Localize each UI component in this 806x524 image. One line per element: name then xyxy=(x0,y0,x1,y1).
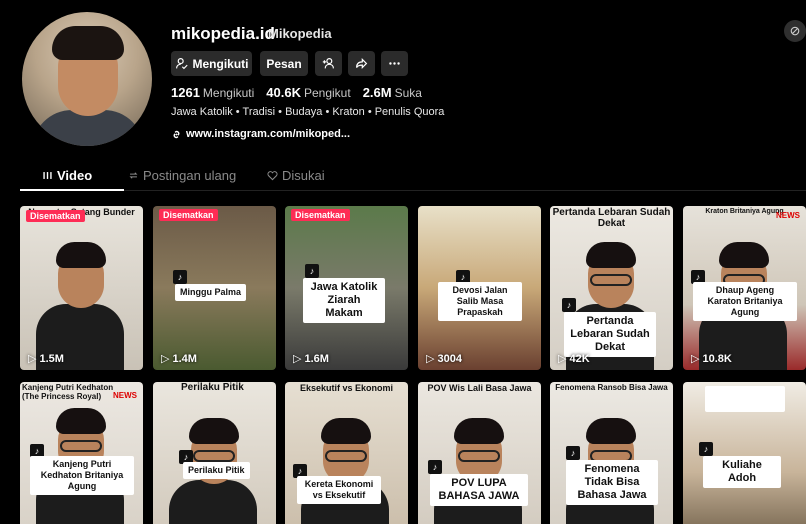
repost-icon xyxy=(129,172,138,179)
user-plus-icon xyxy=(322,58,334,69)
tab-liked[interactable]: Disukai xyxy=(267,168,325,183)
tiktok-icon: ♪ xyxy=(566,446,580,460)
pinned-badge: Disematkan xyxy=(159,209,218,221)
video-card[interactable]: Pertanda Lebaran Sudah Dekat ♪ Pertanda … xyxy=(550,206,673,370)
pinned-badge: Disematkan xyxy=(26,210,85,222)
play-icon: ▷ xyxy=(558,353,567,365)
video-card[interactable]: Disematkan ♪ Jawa Katolik Ziarah Makam ▷… xyxy=(285,206,408,370)
message-button[interactable]: Pesan xyxy=(260,51,308,76)
share-button[interactable] xyxy=(348,51,375,76)
video-caption: Minggu Palma xyxy=(175,284,247,301)
video-card[interactable]: ♪ Devosi Jalan Salib Masa Prapaskah ▷ 300… xyxy=(418,206,541,370)
heart-icon xyxy=(267,171,278,181)
video-card[interactable]: POV Wis Lali Basa Jawa ♪ POV LUPA BAHASA… xyxy=(418,382,541,524)
user-check-icon xyxy=(175,58,188,70)
tiktok-icon: ♪ xyxy=(428,460,442,474)
video-card[interactable]: Disematkan ♪ Minggu Palma ▷ 1.4M xyxy=(153,206,276,370)
view-count: ▷ 42K xyxy=(558,352,590,366)
video-caption: POV LUPA BAHASA JAWA xyxy=(430,474,528,506)
grid-icon xyxy=(43,172,52,179)
tab-video[interactable]: Video xyxy=(42,168,92,183)
tiktok-icon: ♪ xyxy=(562,298,576,312)
video-caption: Kanjeng Putri Kedhaton Britaniya Agung xyxy=(30,456,134,495)
following-button[interactable]: Mengikuti xyxy=(171,51,252,76)
settings-icon xyxy=(790,26,800,36)
play-icon: ▷ xyxy=(426,353,435,365)
video-card[interactable]: Perilaku Pitik ♪ Perilaku Pitik xyxy=(153,382,276,524)
link-icon xyxy=(173,130,180,138)
play-icon: ▷ xyxy=(161,353,170,365)
video-caption: Pertanda Lebaran Sudah Dekat xyxy=(564,312,656,357)
play-icon: ▷ xyxy=(691,353,700,365)
video-caption: Jawa Katolik Ziarah Makam xyxy=(303,278,385,323)
video-caption: Kereta Ekonomi vs Eksekutif xyxy=(297,476,381,504)
tiktok-icon: ♪ xyxy=(699,442,713,456)
add-friend-button[interactable] xyxy=(315,51,342,76)
message-button-label: Pesan xyxy=(266,56,302,71)
news-badge: NEWS xyxy=(776,211,800,220)
text-overlay xyxy=(705,386,785,412)
video-caption: Dhaup Ageng Karaton Britaniya Agung xyxy=(693,282,797,321)
profile-avatar[interactable] xyxy=(22,12,152,146)
video-card[interactable]: Kanjeng Putri Kedhaton (The Princess Roy… xyxy=(20,382,143,524)
stat-following[interactable]: 1261 Mengikuti xyxy=(171,85,254,100)
video-card[interactable]: Eksekutif vs Ekonomi ♪ Kereta Ekonomi vs… xyxy=(285,382,408,524)
more-icon xyxy=(389,62,400,65)
profile-username: mikopedia.id xyxy=(171,24,275,43)
tiktok-icon: ♪ xyxy=(305,264,319,278)
following-button-label: Mengikuti xyxy=(192,56,249,71)
view-count: ▷ 1.5M xyxy=(28,352,64,366)
video-card[interactable]: ♪ Kuliahe Adoh xyxy=(683,382,806,524)
profile-link-text: www.instagram.com/mikoped... xyxy=(186,128,351,140)
view-count: ▷ 1.6M xyxy=(293,352,329,366)
video-card[interactable]: Nggontre Setang Bunder Disematkan ▷1.5M xyxy=(20,206,143,370)
tab-reposts[interactable]: Postingan ulang xyxy=(128,168,236,183)
play-icon: ▷ xyxy=(28,353,37,365)
tiktok-icon: ♪ xyxy=(173,270,187,284)
profile-tabs: Video Postingan ulang Disukai xyxy=(20,163,806,191)
video-caption: Perilaku Pitik xyxy=(183,462,250,479)
stat-followers[interactable]: 40.6K Pengikut xyxy=(266,85,350,100)
more-options-button[interactable] xyxy=(381,51,408,76)
share-icon xyxy=(356,57,368,70)
profile-bio: Jawa Katolik • Tradisi • Budaya • Kraton… xyxy=(171,106,445,118)
settings-button[interactable] xyxy=(784,20,806,42)
profile-link[interactable]: www.instagram.com/mikoped... xyxy=(171,128,350,140)
pinned-badge: Disematkan xyxy=(291,209,350,221)
video-caption: Fenomena Tidak Bisa Bahasa Jawa xyxy=(566,460,658,505)
view-count: ▷ 1.4M xyxy=(161,352,197,366)
video-caption: Devosi Jalan Salib Masa Prapaskah xyxy=(438,282,522,321)
video-card[interactable]: Fenomena Ransob Bisa Jawa ♪ Fenomena Tid… xyxy=(550,382,673,524)
news-badge: NEWS xyxy=(113,391,137,400)
tab-active-indicator xyxy=(20,189,124,191)
play-icon: ▷ xyxy=(293,353,302,365)
stat-likes: 2.6M Suka xyxy=(362,85,422,100)
video-caption: Kuliahe Adoh xyxy=(703,456,781,488)
video-card[interactable]: Kraton Britaniya Agung NEWS ♪ Dhaup Agen… xyxy=(683,206,806,370)
profile-stats: 1261 Mengikuti 40.6K Pengikut 2.6M Suka xyxy=(171,85,422,100)
profile-nickname: Mikopedia xyxy=(268,26,332,41)
view-count: ▷ 10.8K xyxy=(691,352,732,366)
view-count: ▷ 3004 xyxy=(426,352,462,366)
